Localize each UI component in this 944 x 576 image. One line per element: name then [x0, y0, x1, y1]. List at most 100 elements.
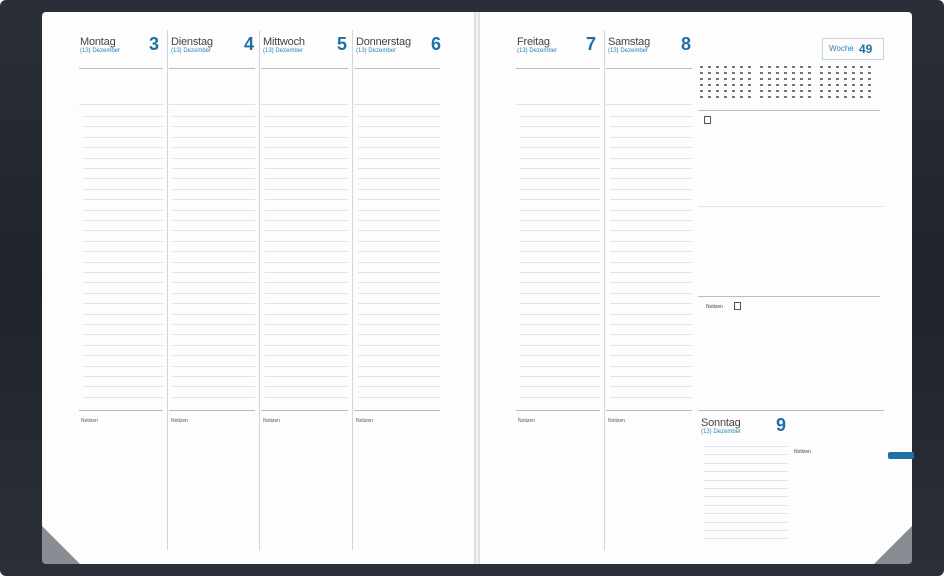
rule-line [265, 209, 348, 211]
rule-line [83, 188, 163, 190]
mini-calendar-day [760, 96, 763, 98]
mini-calendar-day [732, 66, 735, 68]
notes-label: Notizen [263, 418, 280, 424]
rule-line [610, 168, 692, 169]
rule-line [173, 292, 255, 294]
mini-calendar-day [792, 72, 795, 74]
mini-calendar-day [724, 66, 727, 68]
mini-calendar-day [724, 72, 727, 74]
rule-line [610, 147, 692, 149]
mini-calendar-day [784, 66, 787, 68]
rule-line [358, 116, 440, 117]
mini-calendar-day [828, 84, 831, 86]
rule-line [173, 376, 255, 377]
rule-line [261, 104, 348, 105]
mini-calendar-day [784, 84, 787, 86]
mini-calendar-day [820, 66, 823, 68]
day-column-thursday: Donnerstag (13) Dezember 6 [352, 30, 445, 550]
mini-calendar-day [732, 78, 735, 80]
mini-calendar-day [732, 96, 735, 98]
rule-line [83, 230, 163, 232]
mini-calendar-day [700, 90, 703, 92]
rule-line [358, 313, 440, 315]
rule-line [265, 324, 348, 325]
rule-line [265, 313, 348, 315]
rule-line [265, 365, 348, 367]
rule-line [83, 136, 163, 138]
rule-line [169, 104, 255, 105]
mini-calendar-day [716, 78, 719, 80]
rule-line [610, 324, 692, 325]
rule-line [83, 261, 163, 263]
mini-calendar-day [732, 72, 735, 74]
rule-line [358, 324, 440, 325]
mini-calendar-day [808, 90, 811, 92]
rule-line [173, 168, 255, 169]
rule-line [265, 344, 348, 346]
mini-calendar-day [732, 84, 735, 86]
mini-calendar-day [716, 84, 719, 86]
mini-calendar-day [760, 72, 763, 74]
rule-line [173, 261, 255, 263]
rule-line [83, 365, 163, 367]
rule-line [358, 261, 440, 263]
ribbon-tab[interactable] [888, 452, 914, 459]
day-column-saturday: Samstag (13) Dezember 8 [604, 30, 697, 550]
mini-calendar-day [700, 72, 703, 74]
rule-line [173, 220, 255, 221]
day-column-tuesday: Dienstag (13) Dezember 4 [167, 30, 260, 550]
mini-calendar-day [716, 72, 719, 74]
rule-line [265, 178, 348, 180]
rule-line [520, 386, 600, 388]
mini-calendar-day [792, 66, 795, 68]
mini-calendar-day [800, 90, 803, 92]
mini-calendar-day [748, 84, 751, 86]
mini-calendar-day [776, 66, 779, 68]
rule-line [704, 446, 788, 447]
mini-calendar-day [784, 96, 787, 98]
rule-line [173, 157, 255, 159]
rule-line [265, 251, 348, 253]
mini-calendar-day [748, 78, 751, 80]
rule-line [265, 282, 348, 284]
rule-line [520, 344, 600, 346]
mini-calendar-day [852, 96, 855, 98]
rule-line [173, 147, 255, 149]
mini-calendar-day [820, 78, 823, 80]
mini-calendar-day [836, 90, 839, 92]
mini-calendar-day [768, 84, 771, 86]
mini-calendar-day [844, 66, 847, 68]
rule-line [83, 334, 163, 336]
mini-calendar-day [776, 90, 779, 92]
rule-line [704, 513, 788, 515]
rule-line [358, 178, 440, 180]
mini-calendar-day [836, 78, 839, 80]
mini-calendar-day [836, 72, 839, 74]
rule-line [520, 251, 600, 253]
week-label: Woche [829, 44, 854, 53]
rule-line [358, 188, 440, 190]
rule-line [516, 410, 600, 411]
mini-calendar-day [784, 78, 787, 80]
day-name: Montag [80, 36, 116, 48]
day-subtitle: (13) Dezember [608, 48, 649, 54]
rule-line [610, 116, 692, 117]
rule-line [265, 116, 348, 117]
rule-line [173, 334, 255, 336]
rule-line [83, 147, 163, 149]
mini-calendar-day [700, 96, 703, 98]
rule-line [265, 199, 348, 201]
panel-divider [698, 296, 880, 297]
rule-line [610, 355, 692, 357]
rule-line [358, 355, 440, 357]
rule-line [354, 104, 440, 105]
mini-calendar-day [708, 90, 711, 92]
panel-divider [698, 206, 884, 207]
day-number: 5 [337, 34, 348, 54]
mini-calendar-day [852, 90, 855, 92]
rule-line [265, 334, 348, 336]
rule-line [520, 188, 600, 190]
day-name: Freitag [517, 36, 550, 48]
mini-calendar-day [760, 66, 763, 68]
day-subtitle: (13) Dezember [356, 48, 397, 54]
